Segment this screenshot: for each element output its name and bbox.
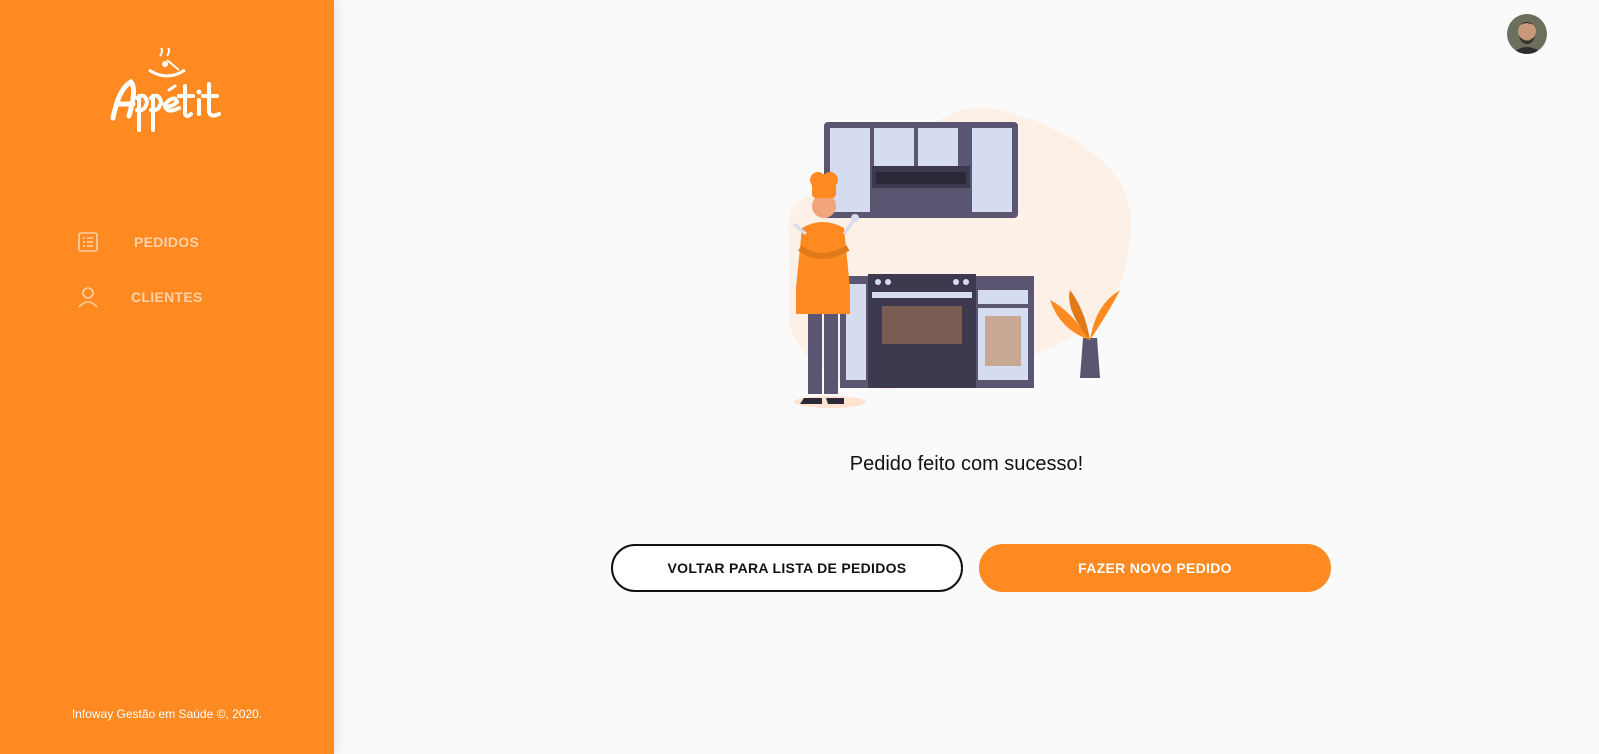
chef-kitchen-illustration	[788, 108, 1131, 408]
sidebar: PEDIDOS CLIENTES Infoway Gestão em Saúde…	[0, 0, 334, 754]
sidebar-item-pedidos[interactable]: PEDIDOS	[76, 227, 199, 257]
avatar-image	[1507, 14, 1547, 54]
success-message: Pedido feito com sucesso!	[849, 453, 1084, 475]
order-list-icon	[78, 232, 98, 252]
sidebar-footer: Infoway Gestão em Saúde ©, 2020.	[71, 707, 263, 721]
sidebar-item-label: PEDIDOS	[134, 234, 200, 250]
user-icon	[78, 287, 98, 308]
user-avatar[interactable]	[1507, 14, 1547, 54]
sidebar-item-clientes[interactable]: CLIENTES	[76, 282, 203, 312]
sidebar-item-label: CLIENTES	[131, 289, 203, 305]
new-order-button[interactable]: FAZER NOVO PEDIDO	[979, 544, 1331, 592]
appetit-logo	[110, 48, 221, 132]
back-to-orders-button[interactable]: VOLTAR PARA LISTA DE PEDIDOS	[611, 544, 963, 592]
